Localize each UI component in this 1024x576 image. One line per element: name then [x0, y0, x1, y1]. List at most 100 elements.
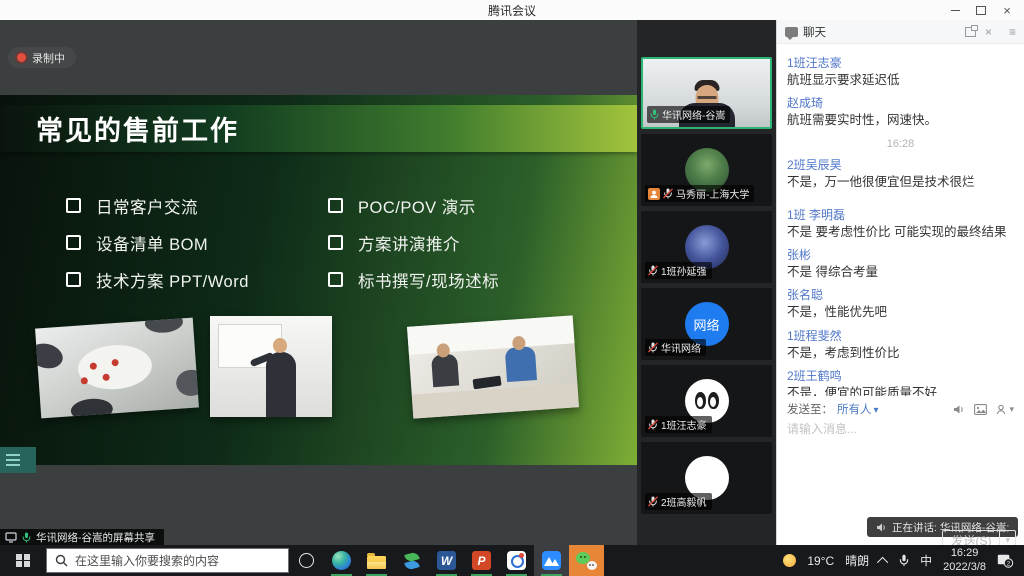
folder-icon — [367, 556, 386, 569]
slide-bullet-text: 标书撰写/现场述标 — [358, 268, 499, 292]
slide-bullets-left: 日常客户交流设备清单 BOM技术方案 PPT/Word — [66, 187, 249, 298]
powerpoint-icon: P — [472, 551, 491, 570]
taskbar-wps-icon[interactable] — [394, 545, 429, 576]
chat-close-icon[interactable]: × — [985, 26, 992, 38]
word-icon: W — [437, 551, 456, 570]
mic-muted-icon — [648, 265, 658, 276]
recording-indicator: 录制中 — [8, 47, 76, 68]
participant-video-list[interactable]: 华讯网络-谷嵩马秀丽-上海大学 1班孙延强网络华讯网络 1班汪志豪 2班高毅帆 — [637, 20, 776, 545]
edge-icon — [332, 551, 351, 570]
participant-tile[interactable]: 网络华讯网络 — [641, 288, 772, 360]
photo-person — [505, 346, 537, 382]
taskbar-search[interactable]: 在这里输入你要搜索的内容 — [46, 548, 289, 573]
window-titlebar: 腾讯会议 × — [0, 0, 1024, 21]
chat-message-sender: 赵成琦 — [787, 94, 1014, 111]
image-icon[interactable] — [974, 404, 987, 415]
taskbar-tencent-docs-icon[interactable] — [499, 545, 534, 576]
taskbar-tencent-meeting-icon[interactable] — [534, 545, 569, 576]
slide-bullet: 日常客户交流 — [66, 187, 249, 224]
participant-label: 马秀丽-上海大学 — [645, 185, 754, 202]
host-badge-icon — [648, 188, 660, 200]
participant-name: 华讯网络 — [661, 340, 701, 355]
taskbar-powerpoint-icon[interactable]: P — [464, 545, 499, 576]
ime-indicator[interactable]: 中 — [920, 552, 932, 569]
chat-message-text: 不是 得综合考量 — [787, 264, 1014, 280]
mic-active-icon — [22, 532, 31, 543]
participant-name: 1班孙延强 — [661, 263, 707, 278]
checkbox-bullet-icon — [328, 272, 343, 287]
slide-bullet: 标书撰写/现场述标 — [328, 261, 499, 298]
tray-clock[interactable]: 16:29 2022/3/8 — [943, 547, 986, 575]
checkbox-bullet-icon — [66, 198, 81, 213]
chat-input[interactable] — [777, 422, 1024, 436]
chat-message-text: 航班需要实时性，网速快。 — [787, 112, 1014, 128]
meeting-discussion-photo — [35, 318, 199, 419]
search-placeholder: 在这里输入你要搜索的内容 — [75, 552, 219, 569]
popout-icon[interactable] — [965, 27, 976, 37]
participant-name: 华讯网络-谷嵩 — [662, 107, 725, 122]
participant-name: 马秀丽-上海大学 — [676, 186, 749, 201]
taskbar-cortana-icon[interactable] — [289, 545, 324, 576]
svg-text:2: 2 — [1007, 560, 1011, 567]
chat-message-text: 不是，万一他很便宜但是技术很烂 — [787, 174, 1014, 190]
chat-title: 聊天 — [803, 24, 826, 40]
slide-bullet-text: 方案讲演推介 — [358, 231, 460, 255]
weather-condition[interactable]: 晴朗 — [845, 552, 869, 569]
participant-tile[interactable]: 1班汪志豪 — [641, 365, 772, 437]
participant-name: 1班汪志豪 — [661, 417, 707, 432]
windows-taskbar: 在这里输入你要搜索的内容 W P 19°C 晴朗 中 16:29 2022/3/… — [0, 545, 1024, 576]
slideshow-menu-button[interactable] — [0, 447, 36, 473]
tray-date: 2022/3/8 — [943, 561, 986, 575]
recording-label: 录制中 — [32, 50, 65, 66]
participant-tile[interactable]: 马秀丽-上海大学 — [641, 134, 772, 206]
menu-line — [6, 464, 20, 466]
windows-logo-icon — [16, 554, 30, 568]
minimize-button[interactable] — [942, 0, 968, 20]
speaker-icon — [876, 522, 887, 533]
taskbar-word-icon[interactable]: W — [429, 545, 464, 576]
sound-notify-icon[interactable] — [953, 404, 965, 415]
slide-bullet: POC/POV 演示 — [328, 187, 499, 224]
window-controls: × — [942, 0, 1020, 20]
participant-tile[interactable]: 华讯网络-谷嵩 — [641, 57, 772, 129]
chat-message-sender: 1班汪志豪 — [787, 54, 1014, 71]
notification-center-icon[interactable]: 2 — [997, 554, 1014, 568]
close-button[interactable]: × — [994, 0, 1020, 20]
menu-line — [6, 454, 20, 456]
participant-label: 华讯网络 — [645, 339, 706, 356]
chat-message-text: 不是，性能优先吧 — [787, 304, 1014, 320]
photo-table — [76, 343, 153, 392]
chat-message-text: 航班显示要求延迟低 — [787, 72, 1014, 88]
checkbox-bullet-icon — [328, 235, 343, 250]
photo-person — [35, 340, 65, 372]
photo-laptop — [473, 376, 502, 390]
photo-person — [266, 352, 296, 417]
send-to-selector[interactable]: 所有人 — [837, 401, 879, 417]
start-button[interactable] — [0, 545, 46, 576]
chat-message-list[interactable]: 1班汪志豪航班显示要求延迟低赵成琦航班需要实时性，网速快。16:282班吴辰昊不… — [777, 44, 1024, 396]
presentation-slide: 常见的售前工作 日常客户交流设备清单 BOM技术方案 PPT/Word POC/… — [0, 95, 637, 465]
tray-expand-icon[interactable] — [877, 556, 888, 567]
tray-microphone-icon[interactable] — [899, 554, 909, 567]
taskbar-wechat-icon[interactable] — [569, 545, 604, 576]
chat-message-text: 不是，便宜的可能质量不好 — [787, 385, 1014, 396]
menu-line — [6, 459, 20, 461]
member-mention-icon[interactable] — [996, 404, 1014, 415]
weather-temperature[interactable]: 19°C — [807, 554, 834, 568]
share-source-label: 华讯网络-谷嵩的屏幕共享 — [36, 530, 155, 545]
participant-label: 1班孙延强 — [645, 262, 712, 279]
taskbar-file-explorer-icon[interactable] — [359, 545, 394, 576]
participant-label: 2班高毅帆 — [645, 493, 712, 510]
participant-tile[interactable]: 2班高毅帆 — [641, 442, 772, 514]
slide-title-band: 常见的售前工作 — [0, 105, 637, 152]
wechat-icon — [576, 551, 598, 570]
tencent-meeting-icon — [542, 551, 561, 570]
share-source-bar: 华讯网络-谷嵩的屏幕共享 — [0, 529, 164, 545]
photo-table — [412, 383, 579, 419]
participant-tile[interactable]: 1班孙延强 — [641, 211, 772, 283]
maximize-button[interactable] — [968, 0, 994, 20]
photo-window — [407, 315, 575, 355]
taskbar-edge-icon[interactable] — [324, 545, 359, 576]
chat-menu-icon[interactable]: ≡ — [1009, 26, 1016, 38]
weather-sun-icon — [783, 554, 796, 567]
